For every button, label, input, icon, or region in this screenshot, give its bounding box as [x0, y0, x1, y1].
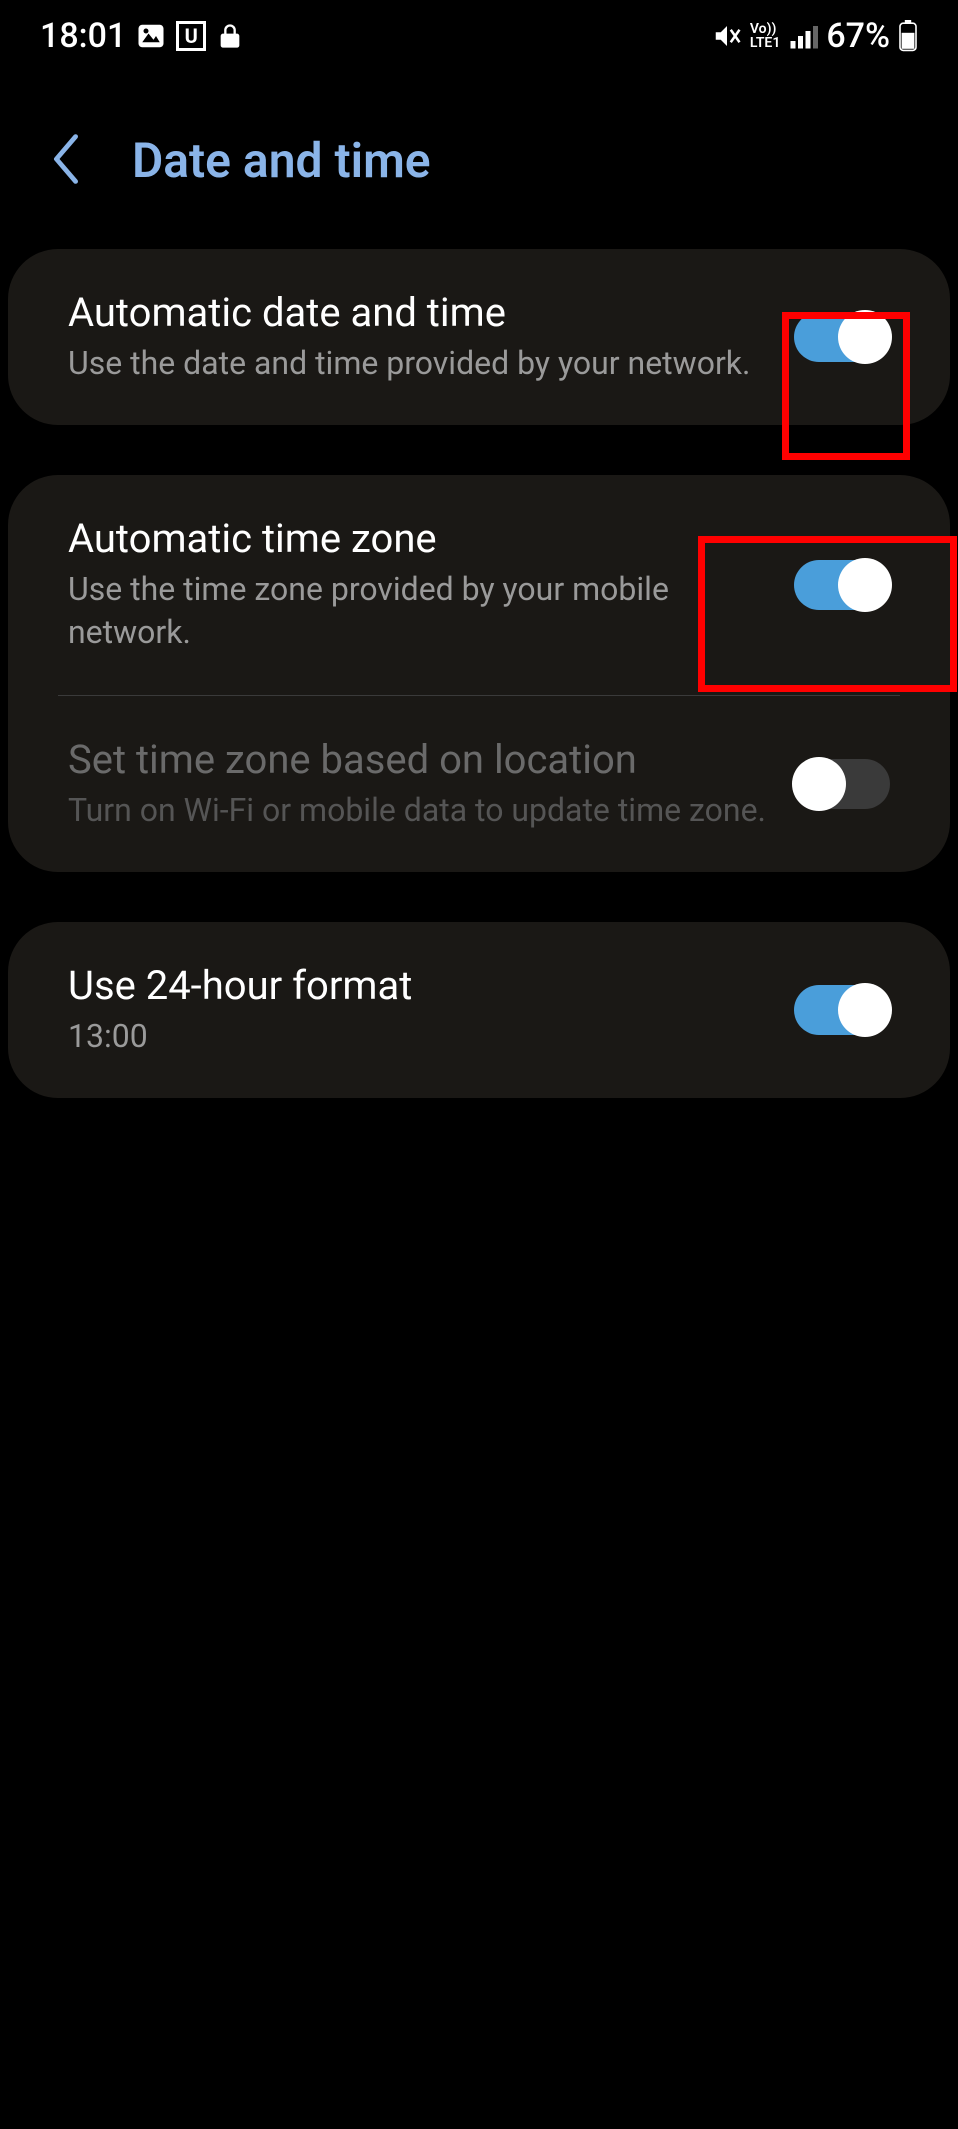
page-title: Date and time — [132, 132, 431, 189]
row-auto-date-time[interactable]: Automatic date and time Use the date and… — [8, 249, 950, 425]
signal-icon — [788, 21, 818, 51]
toggle-auto-timezone[interactable] — [794, 560, 890, 610]
lock-icon — [216, 22, 244, 50]
toggle-24hour-format[interactable] — [794, 985, 890, 1035]
row-tz-location: Set time zone based on location Turn on … — [8, 696, 950, 872]
row-auto-timezone[interactable]: Automatic time zone Use the time zone pr… — [8, 475, 950, 694]
battery-percent: 67% — [826, 16, 890, 56]
row-subtitle: Use the date and time provided by your n… — [68, 342, 774, 385]
row-title: Set time zone based on location — [68, 736, 774, 783]
card-format: Use 24-hour format 13:00 — [8, 922, 950, 1098]
back-icon[interactable] — [50, 133, 82, 189]
row-title: Use 24-hour format — [68, 962, 774, 1009]
card-auto-date: Automatic date and time Use the date and… — [8, 249, 950, 425]
clock-time: 18:01 — [40, 16, 126, 56]
row-title: Automatic time zone — [68, 515, 774, 562]
status-left: 18:01 U — [40, 16, 244, 56]
mute-icon — [712, 21, 742, 51]
picture-icon — [136, 21, 166, 51]
row-subtitle: Use the time zone provided by your mobil… — [68, 568, 774, 654]
row-subtitle: 13:00 — [68, 1015, 774, 1058]
row-24hour-format[interactable]: Use 24-hour format 13:00 — [8, 922, 950, 1098]
toggle-tz-location — [794, 759, 890, 809]
volte-label: Vo)) LTE1 — [750, 22, 780, 50]
row-subtitle: Turn on Wi-Fi or mobile data to update t… — [68, 789, 774, 832]
toggle-auto-date-time[interactable] — [794, 312, 890, 362]
card-timezone: Automatic time zone Use the time zone pr… — [8, 475, 950, 872]
page-header: Date and time — [0, 72, 958, 249]
status-right: Vo)) LTE1 67% — [712, 16, 918, 56]
battery-icon — [898, 20, 918, 52]
status-bar: 18:01 U Vo)) LTE1 67% — [0, 0, 958, 72]
u-app-icon: U — [176, 21, 206, 51]
row-title: Automatic date and time — [68, 289, 774, 336]
